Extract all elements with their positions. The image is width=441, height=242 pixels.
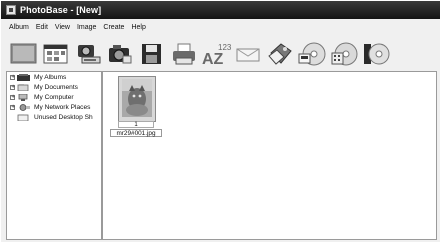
cd-case-icon (364, 43, 390, 64)
floppy-disk-icon (142, 43, 161, 64)
menu-album[interactable]: Album (9, 24, 29, 31)
scanner-camera-icon (78, 44, 101, 63)
camera-button[interactable] (105, 40, 135, 68)
print-button[interactable] (169, 40, 199, 68)
thumbnail-frame[interactable] (118, 76, 156, 122)
save-button[interactable] (137, 40, 167, 68)
app-icon[interactable] (6, 5, 16, 15)
cd-export-button[interactable] (297, 40, 327, 68)
tree-item-label: My Network Places (34, 104, 91, 111)
toolbar: 123 AZ (1, 36, 440, 71)
expand-icon[interactable]: + (10, 95, 15, 100)
thumbnail-filename[interactable]: mr29#001.jpg (110, 129, 162, 137)
tree-item-label: My Albums (34, 74, 67, 81)
tree-item-my-network-places[interactable]: + My Network Places (7, 103, 101, 112)
tree-item-my-albums[interactable]: + My Albums (7, 73, 101, 82)
title-bar[interactable]: PhotoBase - [New] (1, 1, 440, 19)
sort-letters: AZ (202, 51, 224, 67)
menu-edit[interactable]: Edit (36, 24, 48, 31)
expand-icon[interactable]: + (10, 105, 15, 110)
album-button[interactable] (9, 40, 39, 68)
tree-item-label: Unused Desktop Sh (34, 114, 93, 121)
tree-item-label: My Computer (34, 94, 74, 101)
cd-calc-button[interactable] (329, 40, 359, 68)
browser-button[interactable] (41, 40, 71, 68)
folder-icon (17, 114, 31, 121)
cat-photo (122, 79, 152, 117)
camera-icon (109, 44, 132, 63)
tag-button[interactable] (265, 40, 295, 68)
main-content: + My Albums + My Documents + My Computer (6, 71, 437, 240)
printer-icon (173, 43, 195, 64)
cd-calculator-icon (331, 42, 358, 65)
menu-view[interactable]: View (55, 24, 70, 31)
tree-item-label: My Documents (34, 84, 78, 91)
expand-icon[interactable]: + (10, 85, 15, 90)
scan-button[interactable] (73, 40, 103, 68)
computer-icon (17, 94, 31, 101)
sort-button[interactable]: 123 AZ (201, 40, 231, 68)
menu-bar: Album Edit View Image Create Help (1, 21, 153, 34)
menu-image[interactable]: Image (77, 24, 96, 31)
photobase-window: PhotoBase - [New] Album Edit View Image … (1, 1, 440, 242)
window-title: PhotoBase - [New] (20, 5, 102, 15)
documents-folder-icon (17, 84, 31, 91)
browser-window-icon (43, 44, 68, 63)
menu-create[interactable]: Create (103, 24, 124, 31)
menu-help[interactable]: Help (131, 24, 145, 31)
sort-az-icon: 123 AZ (202, 43, 231, 67)
albums-icon (17, 74, 31, 81)
cd-case-button[interactable] (361, 40, 391, 68)
cd-export-icon (298, 42, 326, 65)
thumbnail-number: 1 (118, 121, 154, 128)
folder-tree[interactable]: + My Albums + My Documents + My Computer (7, 72, 103, 239)
tree-item-unused-desktop[interactable]: Unused Desktop Sh (7, 113, 101, 122)
email-button[interactable] (233, 40, 263, 68)
tree-item-my-computer[interactable]: + My Computer (7, 93, 101, 102)
expand-icon[interactable]: + (10, 75, 15, 80)
gray-album-icon (10, 43, 37, 63)
envelope-icon (236, 48, 260, 61)
thumbnail-pane[interactable]: 1 mr29#001.jpg (103, 72, 436, 239)
tree-item-my-documents[interactable]: + My Documents (7, 83, 101, 92)
network-icon (17, 104, 31, 111)
gift-tag-icon (268, 42, 292, 65)
photo-thumbnail[interactable]: 1 mr29#001.jpg (110, 76, 162, 137)
